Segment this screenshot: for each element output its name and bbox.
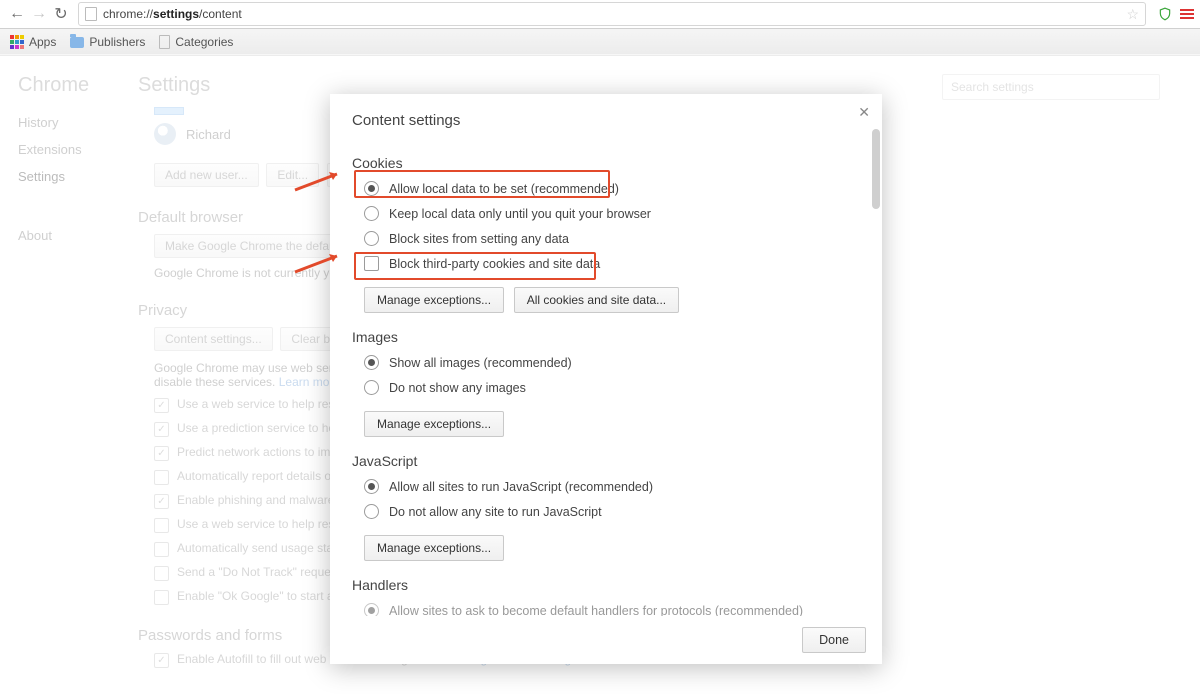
- checkbox-icon: [364, 256, 379, 271]
- cookies-opt3-label: Block sites from setting any data: [389, 232, 569, 246]
- categories-label: Categories: [175, 35, 233, 49]
- images-heading: Images: [352, 329, 860, 345]
- bookmark-star-icon[interactable]: ☆: [1126, 6, 1139, 23]
- images-opt-show[interactable]: Show all images (recommended): [364, 355, 860, 370]
- page-icon: [85, 7, 97, 21]
- handlers-heading: Handlers: [352, 577, 860, 593]
- images-opt-hide[interactable]: Do not show any images: [364, 380, 860, 395]
- radio-icon: [364, 181, 379, 196]
- js-opt2-label: Do not allow any site to run JavaScript: [389, 505, 602, 519]
- cookies-opt1-label: Allow local data to be set (recommended): [389, 182, 619, 196]
- address-bar[interactable]: chrome://settings/content ☆: [78, 2, 1146, 26]
- radio-icon: [364, 231, 379, 246]
- handlers-opt-allow[interactable]: Allow sites to ask to become default han…: [364, 603, 860, 616]
- manage-exceptions-button[interactable]: Manage exceptions...: [364, 287, 504, 313]
- scrollbar[interactable]: [872, 129, 880, 616]
- dialog-title: Content settings: [352, 112, 860, 129]
- radio-icon: [364, 206, 379, 221]
- radio-icon: [364, 603, 379, 616]
- all-cookies-button[interactable]: All cookies and site data...: [514, 287, 679, 313]
- cookies-opt-session[interactable]: Keep local data only until you quit your…: [364, 206, 860, 221]
- images-opt2-label: Do not show any images: [389, 381, 526, 395]
- back-icon[interactable]: ←: [6, 3, 28, 25]
- handlers-opt1-label: Allow sites to ask to become default han…: [389, 604, 803, 617]
- close-icon[interactable]: ✕: [858, 104, 870, 121]
- cookies-opt2-label: Keep local data only until you quit your…: [389, 207, 651, 221]
- images-opt1-label: Show all images (recommended): [389, 356, 572, 370]
- apps-bookmark[interactable]: Apps: [10, 35, 56, 49]
- js-opt1-label: Allow all sites to run JavaScript (recom…: [389, 480, 653, 494]
- dialog-footer: Done: [330, 616, 882, 664]
- js-opt-block[interactable]: Do not allow any site to run JavaScript: [364, 504, 860, 519]
- browser-toolbar: ← → ↻ chrome://settings/content ☆: [0, 0, 1200, 29]
- radio-icon: [364, 479, 379, 494]
- radio-icon: [364, 504, 379, 519]
- categories-bookmark[interactable]: Categories: [159, 35, 233, 49]
- document-icon: [159, 35, 170, 49]
- hamburger-menu-icon[interactable]: [1180, 9, 1194, 19]
- javascript-heading: JavaScript: [352, 453, 860, 469]
- manage-exceptions-button[interactable]: Manage exceptions...: [364, 411, 504, 437]
- cookies-block-thirdparty[interactable]: Block third-party cookies and site data: [364, 256, 860, 271]
- cookies-opt-block[interactable]: Block sites from setting any data: [364, 231, 860, 246]
- content-settings-dialog: Content settings ✕ Cookies Allow local d…: [330, 94, 882, 664]
- folder-icon: [70, 37, 84, 48]
- cookies-chk-label: Block third-party cookies and site data: [389, 257, 600, 271]
- reload-icon[interactable]: ↻: [50, 3, 72, 25]
- publishers-label: Publishers: [89, 35, 145, 49]
- cookies-heading: Cookies: [352, 155, 860, 171]
- cookies-opt-allow[interactable]: Allow local data to be set (recommended): [364, 181, 860, 196]
- shield-icon[interactable]: [1158, 6, 1172, 22]
- radio-icon: [364, 355, 379, 370]
- bookmarks-bar: Apps Publishers Categories: [0, 29, 1200, 56]
- js-opt-allow[interactable]: Allow all sites to run JavaScript (recom…: [364, 479, 860, 494]
- dialog-body: Cookies Allow local data to be set (reco…: [330, 129, 882, 616]
- forward-icon: →: [28, 3, 50, 25]
- radio-icon: [364, 380, 379, 395]
- manage-exceptions-button[interactable]: Manage exceptions...: [364, 535, 504, 561]
- done-button[interactable]: Done: [802, 627, 866, 653]
- apps-label: Apps: [29, 35, 56, 49]
- url-text: chrome://settings/content: [103, 7, 242, 21]
- apps-grid-icon: [10, 35, 24, 49]
- publishers-bookmark[interactable]: Publishers: [70, 35, 145, 49]
